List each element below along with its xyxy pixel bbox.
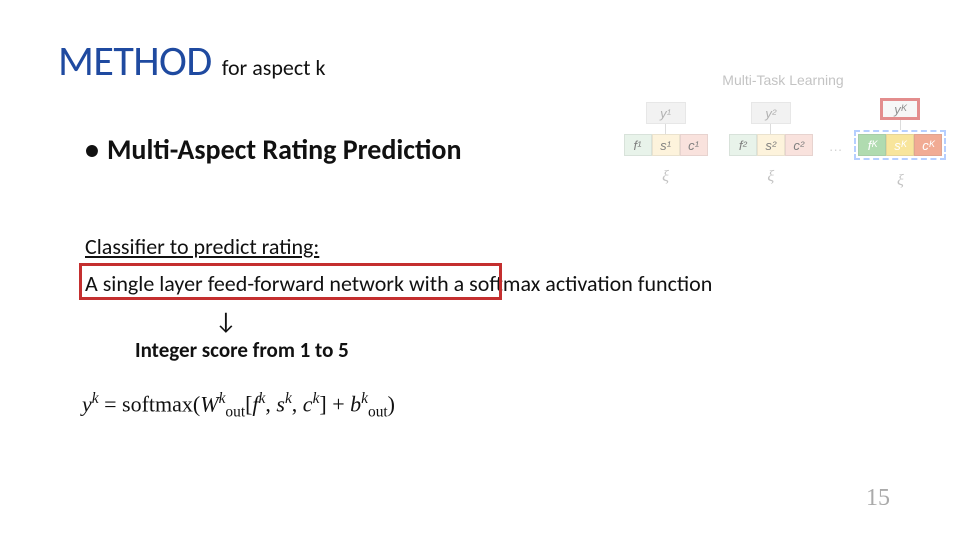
stem [665, 124, 666, 134]
highlight-box [79, 263, 502, 300]
xi1: ξ [662, 168, 669, 186]
fm-c2: , [292, 391, 303, 416]
fm-y: y [82, 391, 92, 416]
s1-box: s¹ [652, 134, 680, 156]
fm-yk: k [92, 390, 99, 407]
fm-s: s [276, 391, 285, 416]
diagram-dots: … [829, 134, 843, 154]
formula: yk = softmax(Wkout[fk, sk, ck] + bkout) [82, 390, 395, 422]
title-sub: for aspect k [222, 54, 326, 81]
feat1: f¹ s¹ c¹ [624, 134, 708, 156]
sK-box: sᴷ [886, 134, 914, 156]
xiK: ξ [897, 172, 904, 190]
bullet-heading: •Multi-Aspect Rating Prediction [85, 132, 462, 167]
fm-plus: + [327, 391, 350, 416]
diagram-col-1: y¹ f¹ s¹ c¹ ξ [618, 102, 713, 186]
classifier-text: Classifier to predict rating: [85, 233, 319, 260]
fK-box: fᴷ [858, 134, 886, 156]
bullet-icon: • [85, 132, 99, 167]
s2-box: s² [757, 134, 785, 156]
f1-box: f¹ [624, 134, 652, 156]
fm-c: c [303, 391, 313, 416]
classifier-label: Classifier to predict rating: [85, 233, 319, 260]
title-main: METHOD [58, 36, 212, 87]
fm-bk: k [361, 390, 368, 407]
c2-box: c² [785, 134, 813, 156]
arrow-down-icon: ↓ [215, 307, 237, 336]
fm-b: b [350, 391, 361, 416]
score-line: Integer score from 1 to 5 [135, 337, 349, 363]
diagram-title: Multi-Task Learning [618, 72, 948, 88]
fm-sk: k [285, 390, 292, 407]
fm-rb: ] [319, 391, 326, 416]
diagram-col-K: yᴷ fᴷ sᴷ cᴷ ξ [853, 98, 948, 190]
bullet-text: Multi-Aspect Rating Prediction [107, 132, 462, 167]
stem [900, 120, 901, 130]
featK-highlight: fᴷ sᴷ cᴷ [854, 130, 946, 160]
fm-Wout: out [225, 404, 245, 421]
cK-box: cᴷ [914, 134, 942, 156]
c1-box: c¹ [680, 134, 708, 156]
yK-box: yᴷ [880, 98, 920, 120]
feat2: f² s² c² [729, 134, 813, 156]
stem [770, 124, 771, 134]
fm-W: W [200, 391, 218, 416]
slide-title: METHOD for aspect k [58, 36, 326, 87]
page-number: 15 [866, 485, 890, 512]
y1-box: y¹ [646, 102, 686, 124]
fm-c1: , [265, 391, 276, 416]
f2-box: f² [729, 134, 757, 156]
fm-softmax: softmax [122, 391, 193, 416]
diagram-col-2: y² f² s² c² ξ [723, 102, 818, 186]
multitask-diagram: Multi-Task Learning y¹ f¹ s¹ c¹ ξ y² f² … [618, 72, 948, 190]
slide: METHOD for aspect k •Multi-Aspect Rating… [0, 0, 960, 540]
xi2: ξ [767, 168, 774, 186]
y2-box: y² [751, 102, 791, 124]
fm-rp: ) [388, 391, 395, 416]
fm-eq: = [99, 391, 122, 416]
fm-bout: out [368, 404, 388, 421]
featK: fᴷ sᴷ cᴷ [858, 134, 942, 156]
